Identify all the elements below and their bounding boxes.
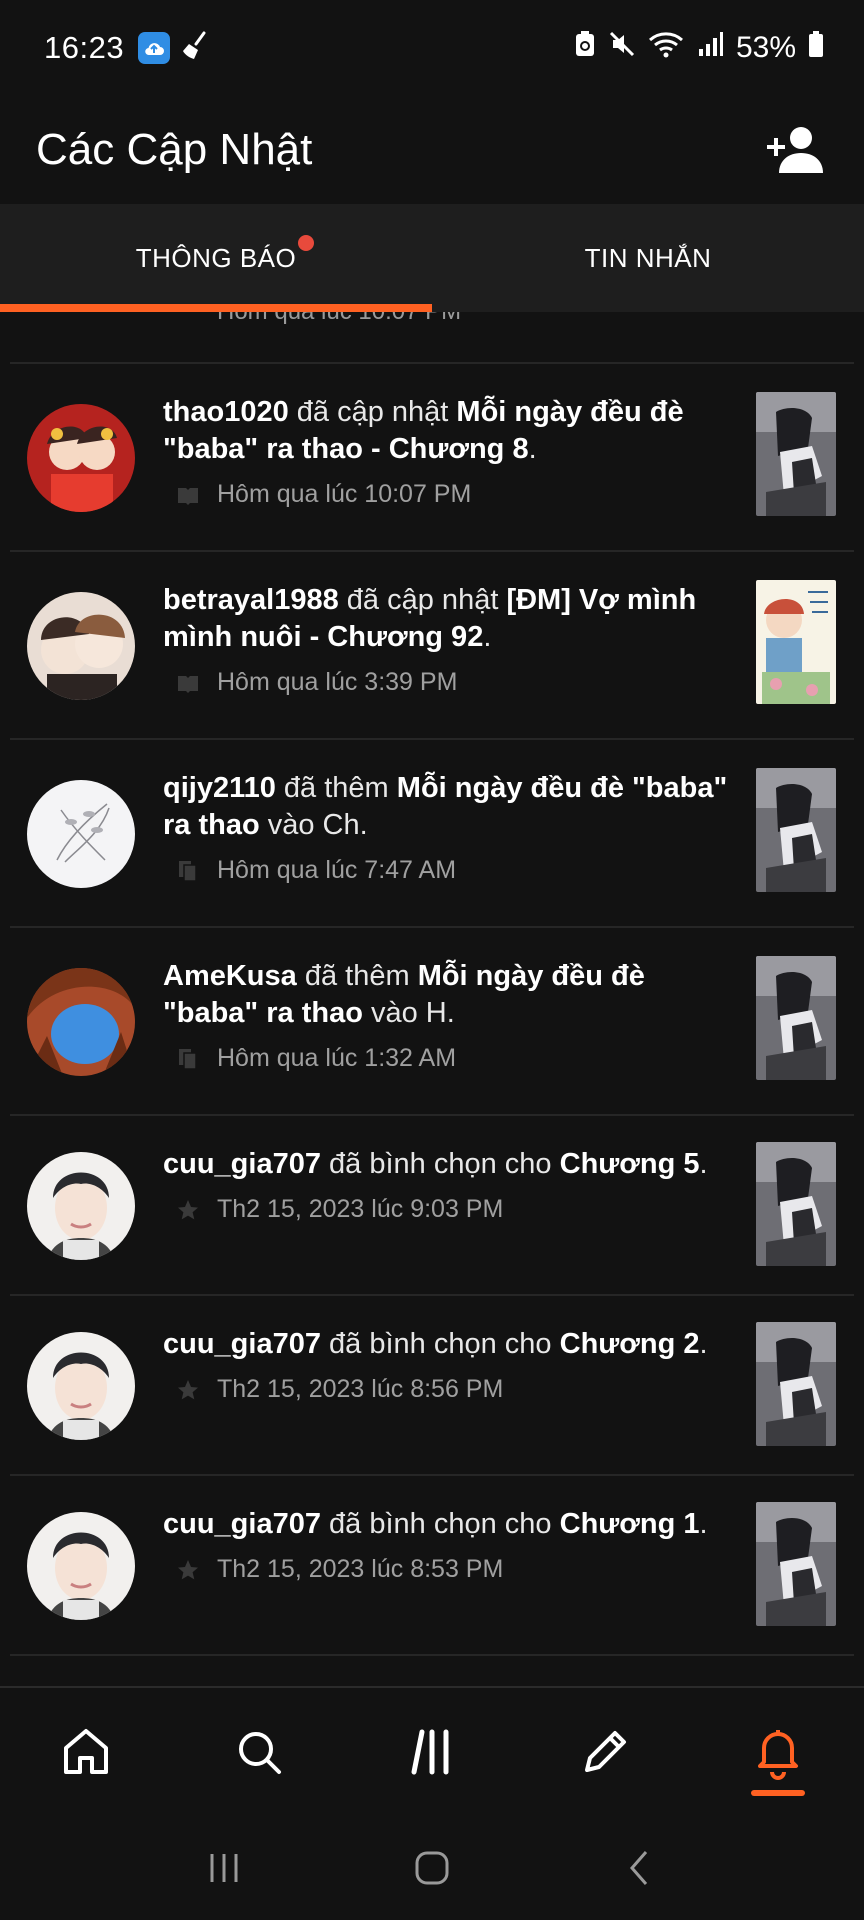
notification-item[interactable]: cuu_gia707 đã bình chọn cho Chương 5. Th… [10,1116,854,1296]
list-item[interactable]: Hôm qua lúc 10:07 PM [10,312,854,364]
avatar[interactable] [27,780,135,888]
avatar[interactable] [27,404,135,512]
book-icon [175,670,201,696]
search-icon [239,1732,282,1774]
add-friend-button[interactable] [764,122,828,178]
nav-search-button[interactable] [173,1688,346,1816]
nav-home-button[interactable] [0,1688,173,1816]
star-icon [175,1377,201,1403]
notification-item[interactable]: thao1020 đã cập nhật Mỗi ngày đều đè "ba… [10,364,854,552]
notification-text: cuu_gia707 đã bình chọn cho Chương 2. [163,1328,708,1360]
page-title: Các Cập Nhật [36,125,313,174]
notification-time: Hôm qua lúc 7:47 AM [217,856,457,884]
avatar[interactable] [27,968,135,1076]
notification-text: thao1020 đã cập nhật Mỗi ngày đều đè "ba… [163,396,684,465]
notification-item[interactable]: betrayal1988 đã cập nhật [ĐM] Vợ mình mì… [10,552,854,740]
notification-time: Hôm qua lúc 3:39 PM [217,668,458,696]
story-cover[interactable] [756,580,836,704]
tab-notifications[interactable]: THÔNG BÁO [0,204,432,312]
status-time: 16:23 [44,30,125,65]
book-icon [175,482,201,508]
notification-item[interactable]: cuu_gia707 đã bình chọn cho Chương 1. Th… [10,1476,854,1656]
notification-time: Hôm qua lúc 1:32 AM [217,1044,457,1072]
notification-feed[interactable]: Hôm qua lúc 10:07 PM thao1020 đã cập nhậ… [0,312,864,1686]
nav-active-indicator [750,1790,805,1796]
star-icon [175,1197,201,1223]
battery-icon [808,30,824,66]
broom-icon [180,30,212,67]
avatar[interactable] [27,592,135,700]
nav-library-button[interactable] [346,1688,519,1816]
notification-text: betrayal1988 đã cập nhật [ĐM] Vợ mình mì… [163,584,697,653]
mute-icon [608,30,636,66]
wifi-icon [648,30,686,66]
home-square-icon [415,1851,449,1885]
add-user-icon [767,127,823,173]
battery-percentage: 53% [735,31,796,64]
notification-time: Th2 15, 2023 lúc 8:53 PM [217,1555,504,1583]
notification-item[interactable]: qijy2110 đã thêm Mỗi ngày đều đè "baba" … [10,740,854,928]
notification-text: AmeKusa đã thêm Mỗi ngày đều đè "baba" r… [163,960,645,1029]
notification-time: Th2 15, 2023 lúc 8:56 PM [217,1375,504,1403]
nav-notifications-button[interactable] [691,1688,864,1816]
nav-write-button[interactable] [518,1688,691,1816]
tab-active-indicator [0,304,432,312]
home-system-button[interactable] [402,1838,462,1898]
home-icon [64,1729,109,1774]
bottom-navigation [0,1686,864,1816]
notification-text: qijy2110 đã thêm Mỗi ngày đều đè "baba" … [163,772,728,841]
avatar[interactable] [27,1332,135,1440]
bell-icon [757,1730,798,1780]
tabs: THÔNG BÁO TIN NHẮN [0,204,864,312]
back-icon [630,1851,648,1885]
unread-dot [298,234,315,251]
notification-item[interactable]: cuu_gia707 đã bình chọn cho Chương 2. Th… [10,1296,854,1476]
notification-item[interactable]: AmeKusa đã thêm Mỗi ngày đều đè "baba" r… [10,928,854,1116]
notification-time: Hôm qua lúc 10:07 PM [217,480,472,508]
notification-time: Th2 15, 2023 lúc 9:03 PM [217,1195,504,1223]
story-cover[interactable] [756,1142,836,1266]
saver-icon [574,30,596,66]
star-icon [175,1557,201,1583]
notification-text: cuu_gia707 đã bình chọn cho Chương 1. [163,1508,708,1540]
recent-apps-button[interactable] [194,1838,254,1898]
back-button[interactable] [610,1838,670,1898]
notification-text: cuu_gia707 đã bình chọn cho Chương 5. [163,1148,708,1180]
status-bar: 16:23 53% [0,0,864,96]
library-icon [175,858,201,884]
write-icon [584,1731,626,1772]
story-cover[interactable] [756,768,836,892]
cloud-app-icon [138,32,171,64]
tab-messages[interactable]: TIN NHẮN [432,204,864,312]
library-icon [411,1729,449,1775]
library-icon [175,1046,201,1072]
story-cover[interactable] [756,956,836,1080]
signal-icon [698,31,724,65]
avatar[interactable] [27,1152,135,1260]
app-header: Các Cập Nhật [0,96,864,204]
recents-icon [210,1854,238,1882]
story-cover[interactable] [756,1502,836,1626]
system-navigation-bar [0,1816,864,1920]
story-cover[interactable] [756,1322,836,1446]
story-cover[interactable] [756,392,836,516]
avatar[interactable] [27,1512,135,1620]
